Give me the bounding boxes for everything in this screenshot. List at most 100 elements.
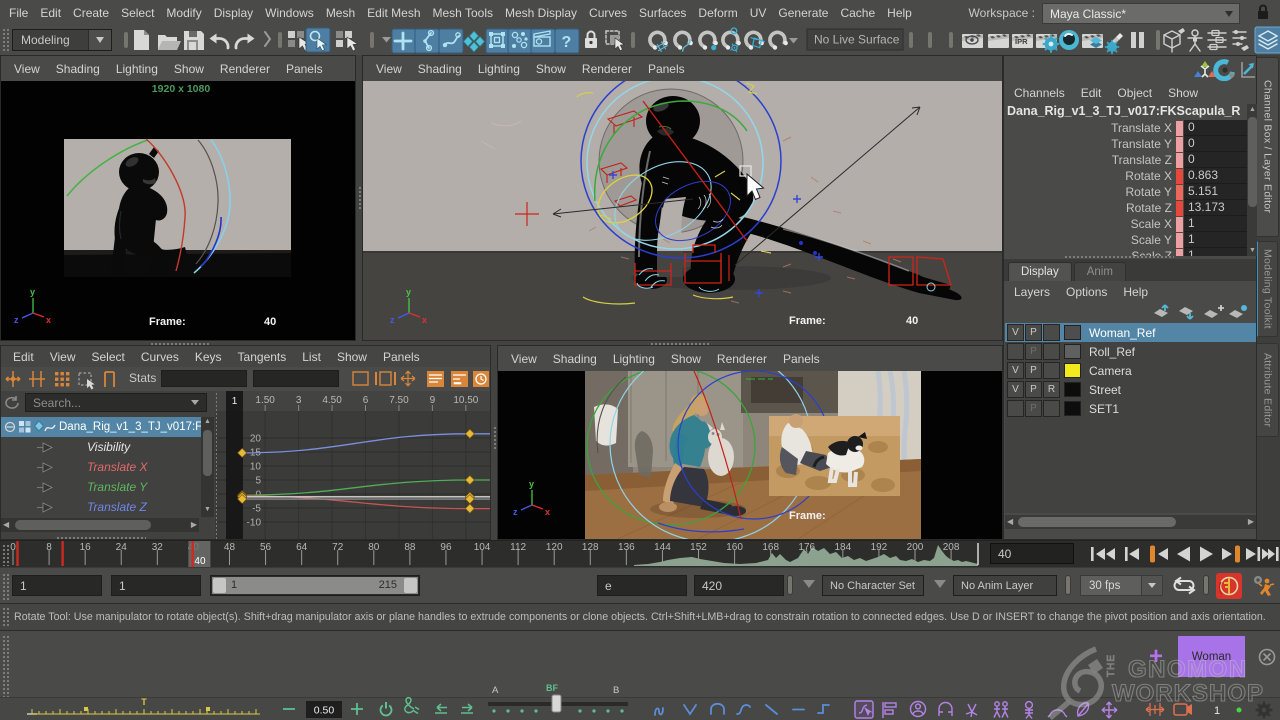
animation-end-field[interactable]: 420 [694, 575, 784, 596]
layer-playback-toggle[interactable]: P [1025, 400, 1042, 417]
viewport-menu-item[interactable]: Show [663, 352, 709, 366]
curve-bump-icon[interactable] [711, 704, 724, 714]
anim-flag-icon[interactable] [883, 702, 896, 718]
snap-points-icon[interactable] [508, 29, 532, 53]
layer-row[interactable]: P SET1 [1005, 399, 1256, 418]
file-save-icon[interactable] [184, 31, 204, 50]
curve-smooth-icon[interactable] [655, 708, 663, 715]
play-backwards-button[interactable] [1177, 547, 1190, 562]
channel-row[interactable]: Scale X 1 [1004, 216, 1247, 232]
viewport-menu-item[interactable]: Shading [410, 62, 470, 76]
snap-curve-icon[interactable] [439, 29, 463, 53]
viewport-menu-item[interactable]: Lighting [605, 352, 663, 366]
step-forward-frame-button[interactable] [1246, 547, 1260, 561]
outliner-hscrollbar[interactable]: ◀ ▶ [1, 518, 199, 532]
menu-item[interactable]: Mesh Display [499, 6, 583, 20]
viewport-menu-item[interactable]: View [6, 62, 48, 76]
perspective-viewport[interactable]: ViewShadingLightingShowRendererPanels [362, 55, 1003, 341]
snap-move-icon[interactable] [392, 29, 416, 53]
prev-key-arrow-icon[interactable] [435, 704, 447, 713]
channelbox-menu-item[interactable]: Object [1109, 86, 1160, 100]
curve-linear-icon[interactable] [766, 705, 777, 714]
dope-sheet-icon[interactable] [451, 371, 468, 387]
snap-magnet-live-icon[interactable] [743, 29, 766, 52]
new-empty-layer-icon[interactable] [1204, 305, 1224, 318]
layer-hscrollbar[interactable]: ◀ ▶ [1005, 515, 1256, 529]
channel-value-field[interactable]: 0 [1184, 120, 1247, 136]
go-to-end-button[interactable] [1262, 547, 1279, 561]
highlight-selection-icon[interactable] [606, 31, 624, 51]
time-slider[interactable]: 0816243240485664728088961041121201281361… [0, 540, 1280, 568]
menu-item[interactable]: Mesh Tools [427, 6, 499, 20]
power-toggle-icon[interactable] [381, 702, 392, 715]
step-back-frame-button[interactable] [1125, 547, 1139, 561]
stats-field-2[interactable] [253, 370, 339, 387]
layer-color-swatch[interactable] [1064, 325, 1081, 340]
layer-color-swatch[interactable] [1064, 401, 1081, 416]
outliner-attr-row[interactable]: Translate Y [1, 477, 199, 497]
playback-end-field[interactable]: e [597, 575, 687, 596]
anim-magnet-icon[interactable] [939, 703, 952, 717]
viewport-menu-item[interactable]: Show [528, 62, 574, 76]
character-set-field[interactable]: No Character Set [822, 575, 924, 596]
modeling-selector[interactable]: Modeling [12, 29, 112, 51]
viewport-menu-item[interactable]: Panels [278, 62, 331, 76]
search-input[interactable]: Search... [25, 393, 207, 412]
layer-menu-item[interactable]: Layers [1006, 285, 1058, 299]
menu-item[interactable]: Mesh [320, 6, 361, 20]
menu-item[interactable]: Generate [772, 6, 834, 20]
file-new-icon[interactable] [134, 30, 149, 50]
frame-playback-icon[interactable] [376, 372, 395, 385]
lock-selection-icon[interactable] [585, 32, 597, 49]
graph-menu-item[interactable]: Panels [375, 350, 428, 364]
toolkit-toggle-icon[interactable] [1255, 27, 1280, 53]
graph-menu-item[interactable]: List [294, 350, 329, 364]
anim-two-people-icon[interactable] [994, 702, 1008, 718]
no-live-surface-field[interactable]: No Live Surface [814, 33, 900, 47]
layer-playback-toggle[interactable]: P [1025, 381, 1042, 398]
snap-magnet-grid-icon[interactable] [647, 29, 670, 54]
menu-item[interactable]: Edit Mesh [361, 6, 426, 20]
outliner-attr-row[interactable]: Translate Z [1, 497, 199, 517]
snap-rotate-icon[interactable] [415, 29, 439, 53]
retime-tool-icon[interactable] [105, 372, 114, 387]
channel-value-field[interactable]: 1 [1184, 232, 1247, 248]
viewport-menu-item[interactable]: View [503, 352, 545, 366]
menu-item[interactable]: Create [67, 6, 115, 20]
menu-item[interactable]: File [3, 6, 34, 20]
step-back-key-button[interactable] [1150, 546, 1168, 563]
snap-clapper-icon[interactable] [531, 29, 555, 53]
layer-playback-toggle[interactable]: P [1025, 362, 1042, 379]
new-layer-selected-icon[interactable] [1229, 305, 1247, 318]
layer-visibility-toggle[interactable]: V [1007, 381, 1024, 398]
layer-reference-toggle[interactable] [1043, 400, 1060, 417]
layer-row[interactable]: V P Woman_Ref [1005, 323, 1256, 342]
character-icon[interactable] [1188, 30, 1202, 51]
anim-bird-icon[interactable] [966, 704, 977, 717]
graph-menu-item[interactable]: Keys [187, 350, 230, 364]
layer-color-swatch[interactable] [1064, 344, 1081, 359]
channelbox-menu-item[interactable]: Show [1160, 86, 1206, 100]
render-layers-icon[interactable] [1082, 34, 1103, 48]
channel-row[interactable]: Translate Y 0 [1004, 136, 1247, 152]
menu-item[interactable]: Modify [160, 6, 207, 20]
viewport-menu-item[interactable]: Shading [48, 62, 108, 76]
layer-playback-toggle[interactable]: P [1025, 324, 1042, 341]
next-key-arrow-icon[interactable] [461, 704, 473, 713]
menu-item[interactable]: Surfaces [633, 6, 692, 20]
tab-modeling-toolkit[interactable]: Modeling Toolkit [1257, 241, 1278, 337]
fps-dropdown[interactable]: 30 fps [1080, 575, 1163, 596]
character-set-menu-icon[interactable] [803, 580, 815, 588]
render-view-icon[interactable] [962, 34, 983, 48]
menu-item[interactable]: Cache [834, 6, 881, 20]
redo-icon[interactable] [236, 34, 255, 49]
curve-step-icon[interactable] [818, 705, 829, 713]
viewport-menu-item[interactable]: Renderer [709, 352, 775, 366]
insert-key-tool-icon[interactable] [29, 371, 45, 387]
outliner-node-row[interactable]: Dana_Rig_v1_3_TJ_v017:FKSc [1, 417, 201, 437]
tab-channel-box[interactable]: Channel Box / Layer Editor [1257, 57, 1279, 237]
menu-item[interactable]: UV [744, 6, 773, 20]
channel-value-field[interactable]: 0 [1184, 152, 1247, 168]
splitter-grip[interactable] [357, 185, 361, 211]
layer-playback-toggle[interactable]: P [1025, 343, 1042, 360]
